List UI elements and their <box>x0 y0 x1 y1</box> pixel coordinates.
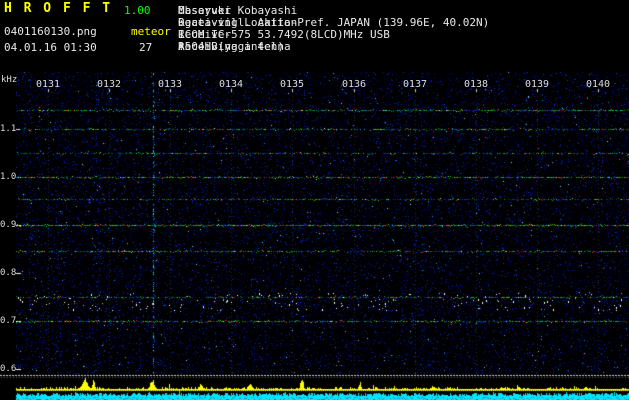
time-tick-label: 0140 <box>586 79 611 90</box>
time-tick-label: 0134 <box>219 79 244 90</box>
time-tick-label: 0133 <box>158 79 183 90</box>
time-tick-label: 0136 <box>342 79 367 90</box>
freq-axis-unit-label: kHz <box>1 75 18 85</box>
freq-tick-label: 1.0 <box>0 172 17 182</box>
observation-mode: meteor <box>131 25 171 38</box>
app-version: 1.00 <box>124 4 151 17</box>
time-tick-label: 0135 <box>280 79 305 90</box>
app-title: H R O F F T <box>4 1 113 16</box>
freq-tick-label: 0.8 <box>0 268 17 278</box>
time-tick-label: 0139 <box>525 79 550 90</box>
echo-count: 27 <box>139 41 153 54</box>
observation-datetime: 04.01.16 01:30 <box>4 41 97 54</box>
time-tick-label: 0132 <box>97 79 122 90</box>
time-tick-label: 0138 <box>464 79 489 90</box>
freq-tick-label: 0.7 <box>0 316 17 326</box>
time-tick-label: 0137 <box>403 79 428 90</box>
freq-tick-label: 0.9 <box>0 220 17 230</box>
hrofft-output-image: H R O F F T 1.00 0401160130.png meteor 0… <box>0 0 629 400</box>
spectrogram-canvas <box>0 0 629 400</box>
freq-tick-label: 1.1 <box>0 124 17 134</box>
output-filename: 0401160130.png <box>4 25 97 38</box>
info-value: A504HB(yagi 4el) <box>178 40 284 53</box>
time-tick-label: 0131 <box>36 79 61 90</box>
freq-tick-label: 0.6 <box>0 364 17 374</box>
